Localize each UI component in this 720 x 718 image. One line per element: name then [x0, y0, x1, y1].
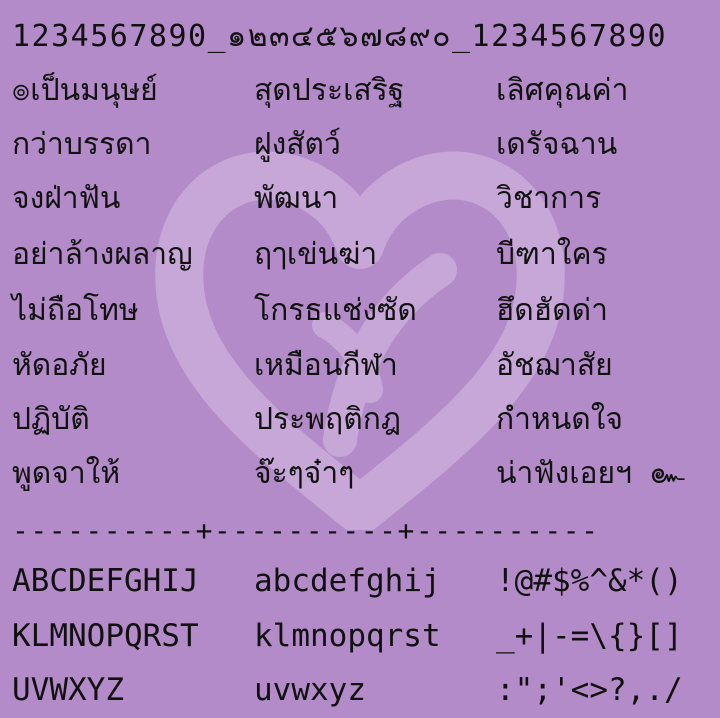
- thai-cell: ฝูงสัตว์: [254, 127, 341, 162]
- divider-row: ----------+----------+----------: [12, 503, 720, 559]
- uppercase-cell: KLMNOPQRST: [12, 618, 199, 654]
- thai-cell: หัดอภัย: [12, 348, 107, 383]
- thai-row: อย่าล้างผลาญ ฤๅเข่นฆ่า บีฑาใคร: [12, 227, 720, 283]
- thai-row: พูดจาให้ จ๊ะๆจ๋าๆ น่าฟังเอยฯ ๛: [12, 446, 720, 502]
- thai-row: กว่าบรรดา ฝูงสัตว์ เดรัจฉาน: [12, 117, 720, 173]
- thai-cell: ไม่ถือโทษ: [12, 293, 139, 328]
- thai-cell: ประพฤติกฎ: [254, 402, 401, 437]
- lowercase-cell: klmnopqrst: [254, 618, 441, 654]
- thai-row: หัดอภัย เหมือนกีฬา อัชฌาสัย: [12, 338, 720, 394]
- thai-cell: พัฒนา: [254, 181, 339, 216]
- thai-cell: เลิศคุณค่า: [496, 73, 629, 108]
- thai-cell: ฮึดฮัดด่า: [496, 293, 608, 328]
- latin-row: KLMNOPQRST klmnopqrst _+|-=\{}[]: [12, 608, 720, 664]
- thai-cell: พูดจาให้: [12, 456, 121, 491]
- symbols-cell: _+|-=\{}[]: [496, 618, 683, 654]
- uppercase-cell: UVWXYZ: [12, 672, 124, 708]
- thai-cell: อัชฌาสัย: [496, 348, 613, 383]
- thai-cell: น่าฟังเอยฯ ๛: [496, 456, 685, 491]
- thai-cell: โกรธแช่งซัด: [254, 293, 417, 328]
- thai-cell: กำหนดใจ: [496, 402, 624, 437]
- thai-cell: บีฑาใคร: [496, 237, 608, 272]
- thai-row: จงฝ่าฟัน พัฒนา วิชาการ: [12, 171, 720, 227]
- thai-cell: เหมือนกีฬา: [254, 348, 398, 383]
- uppercase-cell: ABCDEFGHIJ: [12, 563, 199, 599]
- lowercase-cell: abcdefghij: [254, 563, 441, 599]
- symbols-cell: !@#$%^&*(): [496, 563, 683, 599]
- thai-cell: จงฝ่าฟัน: [12, 181, 121, 216]
- thai-cell: อย่าล้างผลาญ: [12, 237, 193, 272]
- divider-text: ----------+----------+----------: [12, 514, 600, 547]
- latin-row: UVWXYZ uvwxyz :";'<>?,./: [12, 662, 720, 718]
- thai-cell: สุดประเสริฐ: [254, 73, 405, 108]
- thai-cell: วิชาการ: [496, 181, 602, 216]
- thai-cell: ฤๅเข่นฆ่า: [254, 237, 378, 272]
- thai-cell: เดรัจฉาน: [496, 127, 618, 162]
- digit-header-row: 1234567890_๑๒๓๔๕๖๗๘๙๐_1234567890: [12, 9, 720, 65]
- thai-cell: ๏เป็นมนุษย์: [12, 73, 158, 108]
- digit-header-text: 1234567890_๑๒๓๔๕๖๗๘๙๐_1234567890: [12, 19, 668, 54]
- thai-cell: ปฏิบัติ: [12, 402, 90, 437]
- thai-row: ปฏิบัติ ประพฤติกฎ กำหนดใจ: [12, 392, 720, 448]
- thai-cell: กว่าบรรดา: [12, 127, 152, 162]
- thai-row: ๏เป็นมนุษย์ สุดประเสริฐ เลิศคุณค่า: [12, 63, 720, 119]
- thai-cell: จ๊ะๆจ๋าๆ: [254, 456, 355, 491]
- symbols-cell: :";'<>?,./: [496, 672, 683, 708]
- latin-row: ABCDEFGHIJ abcdefghij !@#$%^&*(): [12, 553, 720, 609]
- lowercase-cell: uvwxyz: [254, 672, 366, 708]
- thai-row: ไม่ถือโทษ โกรธแช่งซัด ฮึดฮัดด่า: [12, 283, 720, 339]
